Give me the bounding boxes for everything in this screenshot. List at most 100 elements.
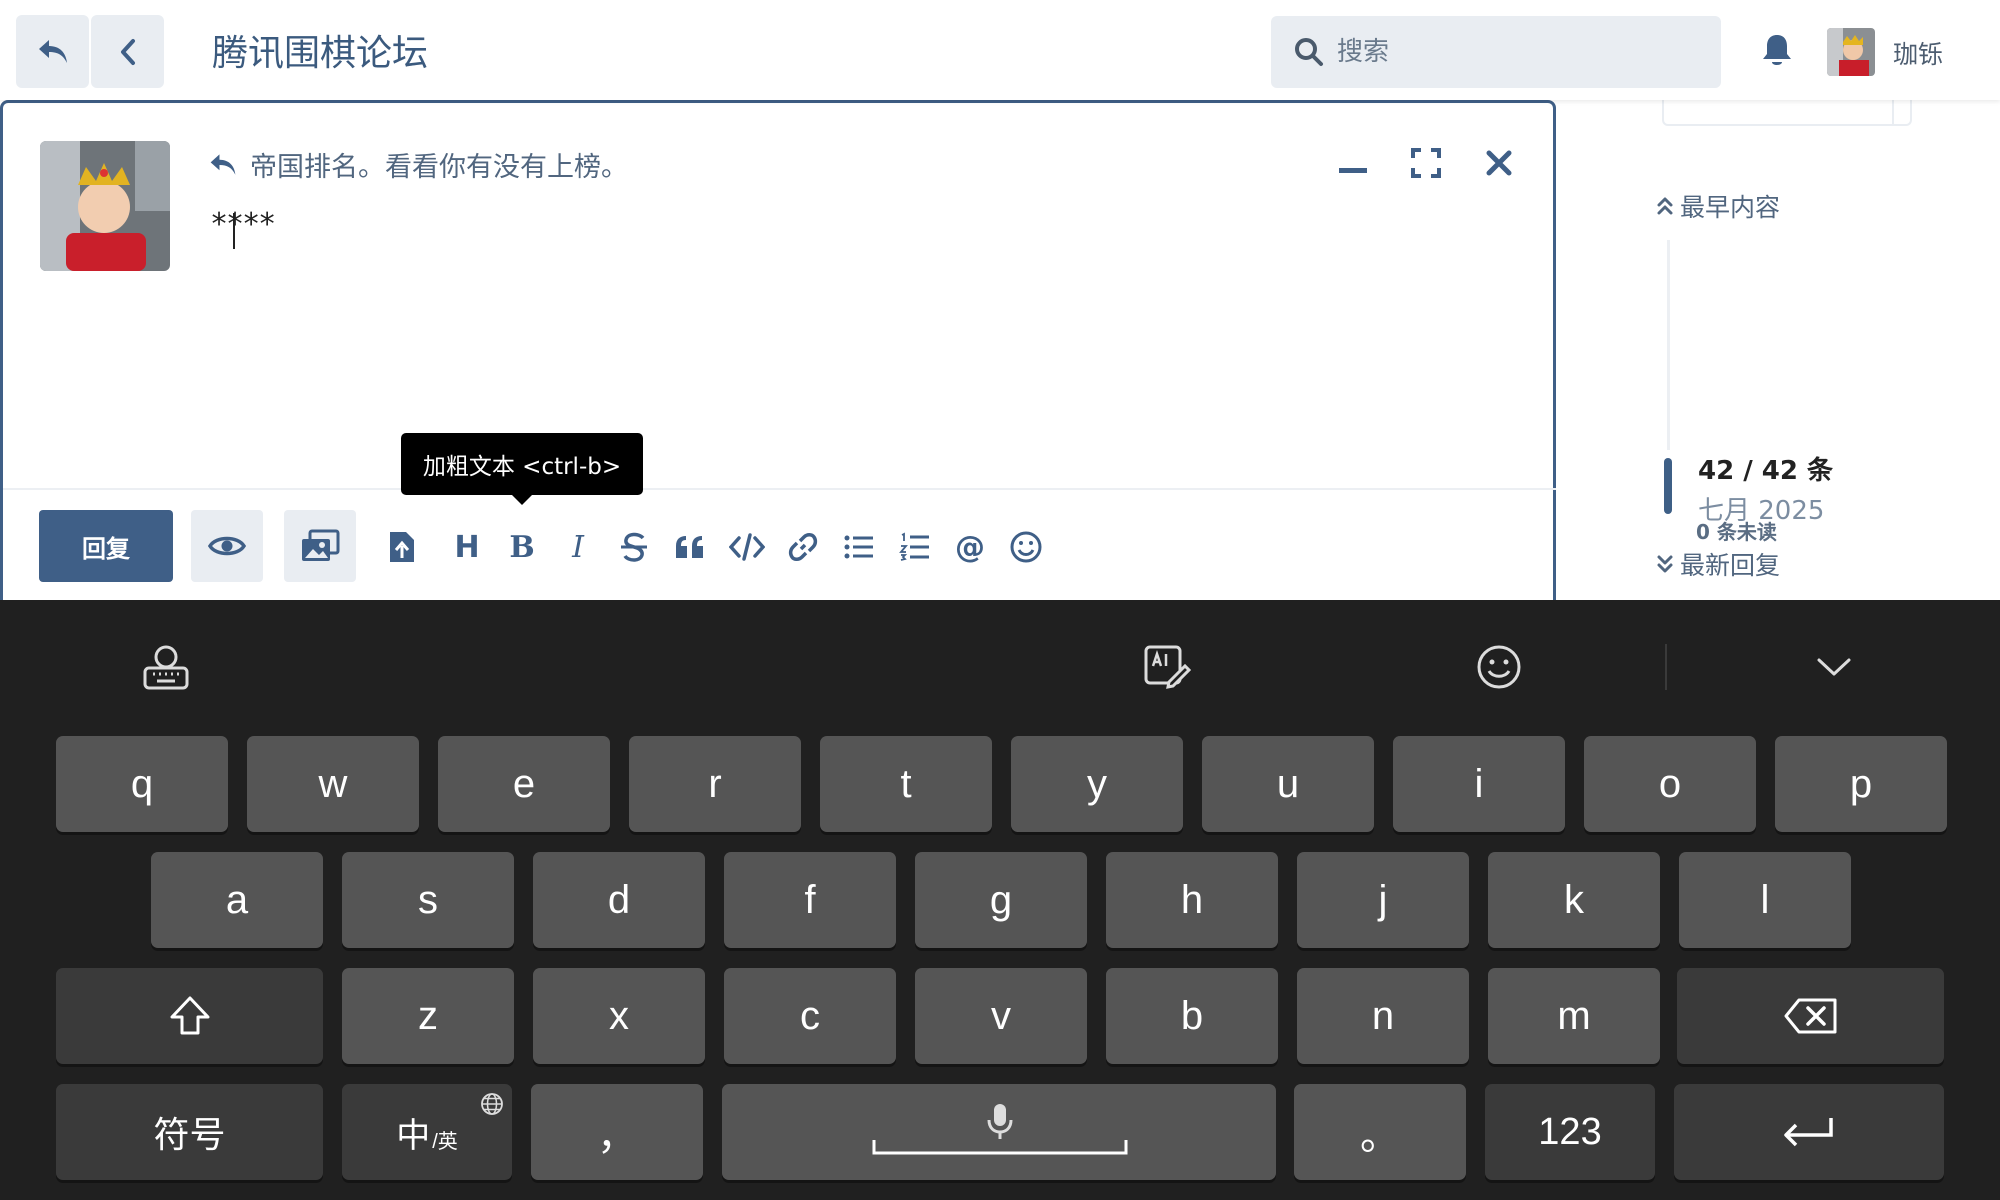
fullscreen-button[interactable] [1406, 143, 1446, 183]
language-sub-label: /英 [432, 1130, 458, 1153]
italic-icon[interactable]: I [556, 525, 600, 569]
preview-toggle-button[interactable] [191, 510, 263, 582]
mention-icon[interactable]: @ [948, 525, 992, 569]
key-e[interactable]: e [438, 736, 610, 832]
symbols-key[interactable]: 符号 [56, 1084, 323, 1180]
key-r[interactable]: r [629, 736, 801, 832]
reply-composer: 帝国排名。看看你有没有上榜。 **** 加粗文本 <ctrl-b> 回复 H B… [0, 100, 1556, 600]
expand-icon [1411, 148, 1441, 178]
search-input[interactable] [1337, 16, 1707, 88]
strikethrough-icon[interactable] [612, 525, 656, 569]
upload-image-button[interactable] [284, 510, 356, 582]
keyboard-settings-icon[interactable] [141, 642, 191, 692]
key-w[interactable]: w [247, 736, 419, 832]
toolbar-divider [3, 488, 1556, 490]
chevron-left-icon [120, 38, 135, 65]
timeline-position: 42 / 42 条 [1698, 456, 1834, 486]
language-switch-key[interactable]: 中/英 [342, 1084, 512, 1180]
minimize-icon [1339, 168, 1367, 173]
key-n[interactable]: n [1297, 968, 1469, 1064]
key-i[interactable]: i [1393, 736, 1565, 832]
key-l[interactable]: l [1679, 852, 1851, 948]
images-icon [302, 529, 340, 561]
close-icon [1486, 150, 1512, 176]
upload-icon[interactable] [380, 525, 424, 569]
enter-icon [1784, 1118, 1833, 1147]
composer-avatar-image [40, 141, 170, 271]
comma-key[interactable]: ， [531, 1084, 703, 1180]
back-button[interactable] [91, 15, 164, 88]
timeline-handle[interactable] [1664, 458, 1672, 514]
user-avatar[interactable] [1827, 28, 1875, 76]
key-q[interactable]: q [56, 736, 228, 832]
shift-icon [170, 996, 209, 1035]
key-s[interactable]: s [342, 852, 514, 948]
key-k[interactable]: k [1488, 852, 1660, 948]
bell-icon[interactable] [1760, 32, 1794, 70]
key-u[interactable]: u [1202, 736, 1374, 832]
key-o[interactable]: o [1584, 736, 1756, 832]
key-c[interactable]: c [724, 968, 896, 1064]
period-key[interactable]: 。 [1294, 1084, 1466, 1180]
emoji-keyboard-icon[interactable] [1474, 642, 1524, 692]
close-composer-button[interactable] [1479, 143, 1519, 183]
key-b[interactable]: b [1106, 968, 1278, 1064]
key-h[interactable]: h [1106, 852, 1278, 948]
timeline-oldest[interactable]: 最早内容 [1656, 188, 1780, 224]
bold-icon[interactable]: B [500, 525, 544, 569]
key-y[interactable]: y [1011, 736, 1183, 832]
reply-arrow-icon [38, 39, 67, 63]
timeline-controls [1662, 98, 1912, 126]
timeline-newest[interactable]: 最新回复 [1656, 546, 1780, 582]
bold-tooltip: 加粗文本 <ctrl-b> [401, 433, 643, 505]
heading-icon[interactable]: H [445, 525, 489, 569]
timeline-newest-label: 最新回复 [1680, 551, 1781, 580]
numbered-list-icon[interactable] [893, 525, 937, 569]
quote-icon[interactable] [668, 525, 712, 569]
search-icon [1295, 38, 1323, 66]
editor-textarea[interactable]: **** [210, 207, 276, 242]
reply-back-button[interactable] [16, 15, 89, 88]
reply-to-title: 帝国排名。看看你有没有上榜。 [250, 152, 628, 183]
globe-icon [481, 1093, 503, 1115]
key-g[interactable]: g [915, 852, 1087, 948]
minimize-button[interactable] [1333, 143, 1373, 183]
timeline-oldest-label: 最早内容 [1680, 193, 1781, 222]
emoji-icon[interactable] [1004, 525, 1048, 569]
link-icon[interactable] [781, 525, 825, 569]
key-a[interactable]: a [151, 852, 323, 948]
eye-icon [208, 536, 246, 556]
chevron-down-icon[interactable] [1809, 642, 1859, 692]
soft-keyboard: q w e r t y u i o p a s d f g h j k l z … [0, 600, 2000, 1200]
composer-avatar [40, 141, 170, 271]
site-title[interactable]: 腾讯围棋论坛 [212, 24, 428, 76]
shift-key[interactable] [56, 968, 323, 1064]
key-z[interactable]: z [342, 968, 514, 1064]
key-p[interactable]: p [1775, 736, 1947, 832]
key-j[interactable]: j [1297, 852, 1469, 948]
top-header: 腾讯围棋论坛 珈铄 [0, 0, 2000, 100]
numbers-key[interactable]: 123 [1485, 1084, 1655, 1180]
username[interactable]: 珈铄 [1893, 35, 1943, 71]
reply-to-topic[interactable]: 帝国排名。看看你有没有上榜。 [208, 145, 628, 184]
key-d[interactable]: d [533, 852, 705, 948]
search-box[interactable] [1271, 16, 1721, 88]
ai-writing-icon[interactable] [1141, 642, 1191, 692]
reply-arrow-icon [210, 153, 236, 175]
space-bar-icon [872, 1140, 1128, 1155]
code-icon[interactable] [725, 525, 769, 569]
text-cursor [233, 213, 235, 249]
timeline-track[interactable] [1667, 240, 1670, 450]
key-t[interactable]: t [820, 736, 992, 832]
bullet-list-icon[interactable] [837, 525, 881, 569]
key-f[interactable]: f [724, 852, 896, 948]
key-v[interactable]: v [915, 968, 1087, 1064]
backspace-key[interactable] [1677, 968, 1944, 1064]
reply-button[interactable]: 回复 [39, 510, 173, 582]
timeline-unread: 0 条未读 [1696, 520, 1777, 544]
key-x[interactable]: x [533, 968, 705, 1064]
space-key[interactable] [722, 1084, 1276, 1180]
enter-key[interactable] [1674, 1084, 1944, 1180]
avatar-image [1827, 28, 1875, 76]
key-m[interactable]: m [1488, 968, 1660, 1064]
